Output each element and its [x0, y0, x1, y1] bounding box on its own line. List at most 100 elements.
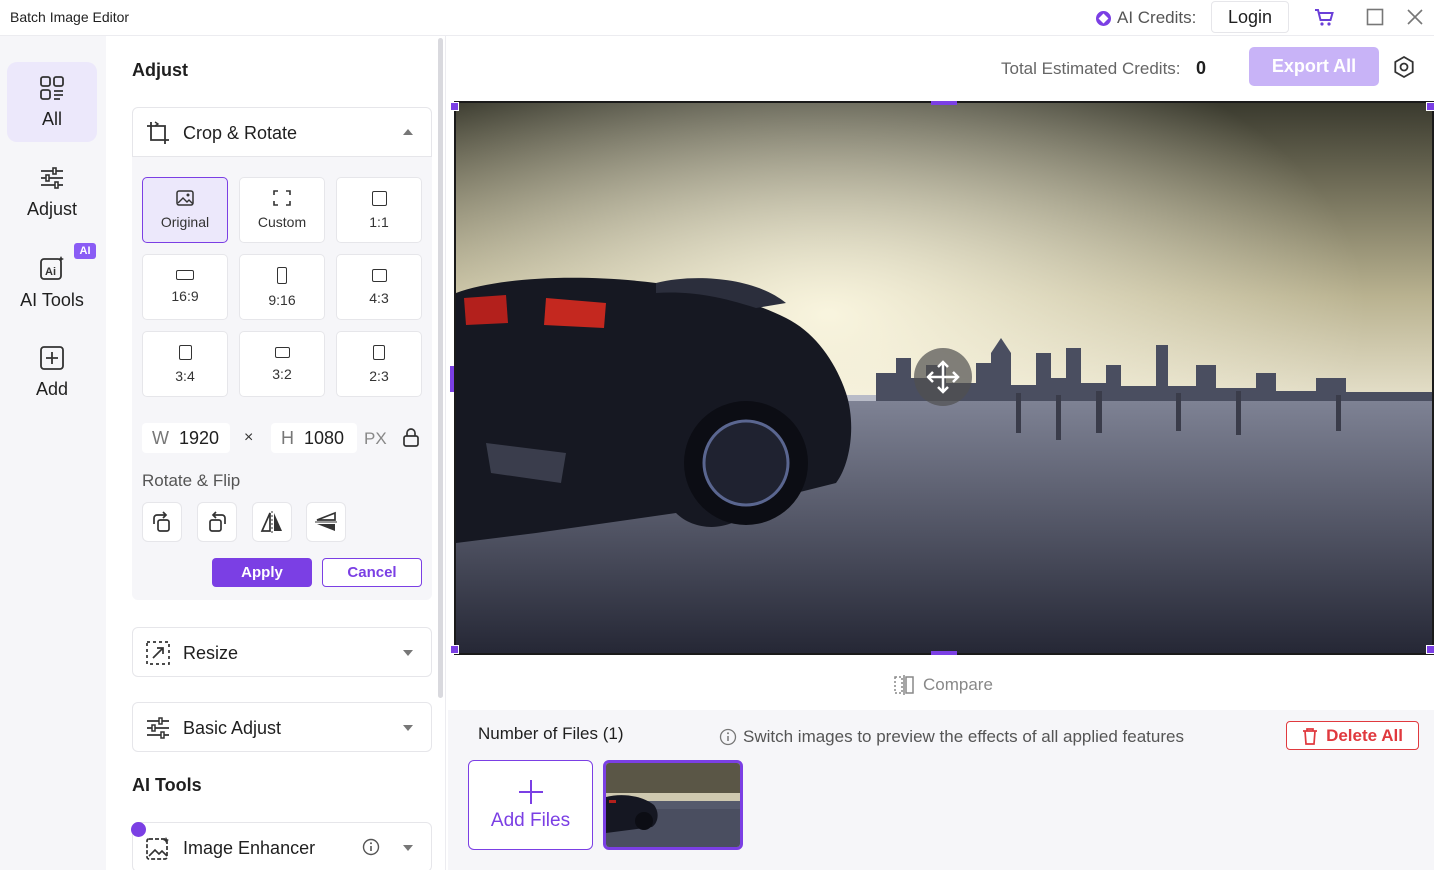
ai-tools-heading: AI Tools	[132, 775, 202, 795]
delete-all-button[interactable]: Delete All	[1286, 721, 1419, 750]
landscape-icon	[371, 268, 387, 282]
rotate-left-button[interactable]	[197, 502, 237, 542]
ratio-3-2[interactable]: 3:2	[239, 331, 325, 397]
add-files-label: Add Files	[490, 810, 571, 831]
ratio-16-9[interactable]: 16:9	[142, 254, 228, 320]
ratio-3-4[interactable]: 3:4	[142, 331, 228, 397]
basic-adjust-label: Basic Adjust	[183, 718, 282, 738]
crop-icon	[147, 121, 169, 144]
crop-rotate-header[interactable]: Crop & Rotate	[132, 107, 432, 157]
ratio-label: 3:4	[175, 367, 195, 384]
cart-icon[interactable]	[1313, 6, 1335, 28]
resize-icon	[146, 641, 170, 665]
sliders-icon	[41, 166, 63, 189]
add-files-button[interactable]: Add Files	[468, 760, 593, 850]
export-all-button[interactable]: Export All	[1249, 47, 1379, 86]
trash-icon	[1303, 727, 1318, 745]
resize-card[interactable]: Resize	[132, 627, 432, 677]
portrait-icon	[178, 344, 192, 360]
crop-handle-top-left[interactable]	[450, 102, 459, 111]
chevron-down-icon	[403, 845, 413, 851]
flip-horizontal-icon	[260, 511, 282, 533]
ratio-label: 4:3	[369, 289, 389, 306]
flip-horizontal-button[interactable]	[252, 502, 292, 542]
crop-handle-left[interactable]	[450, 366, 454, 392]
add-icon	[40, 345, 64, 370]
width-field[interactable]: W	[142, 423, 230, 453]
ratio-label: 16:9	[171, 288, 199, 304]
rail-item-adjust[interactable]: Adjust	[7, 152, 97, 232]
files-count: Number of Files (1)	[478, 724, 624, 743]
file-thumbnail[interactable]	[603, 760, 743, 850]
rotate-left-icon	[209, 511, 226, 532]
basic-adjust-card[interactable]: Basic Adjust	[132, 702, 432, 752]
portrait-icon	[373, 344, 385, 360]
landscape-icon	[274, 346, 290, 358]
crop-handle-bottom[interactable]	[931, 651, 957, 655]
ratio-label: 2:3	[369, 367, 389, 384]
unit-label: PX	[364, 429, 387, 448]
plus-icon	[518, 780, 543, 804]
crop-handle-bottom-right[interactable]	[1426, 645, 1434, 654]
files-hint-text: Switch images to preview the effects of …	[743, 727, 1184, 746]
maximize-icon[interactable]	[1364, 6, 1386, 28]
height-input[interactable]	[304, 427, 350, 449]
ratio-label: Original	[160, 214, 210, 230]
credit-badge-icon	[131, 822, 146, 837]
image-enhancer-card[interactable]: Image Enhancer	[132, 822, 432, 870]
ratio-original[interactable]: Original	[142, 177, 228, 243]
svg-text:Ai: Ai	[45, 266, 56, 278]
ai-credits-icon	[1096, 10, 1111, 26]
sliders-icon	[147, 717, 169, 739]
info-icon[interactable]	[362, 838, 380, 861]
login-button[interactable]: Login	[1211, 1, 1289, 33]
ratio-label: 9:16	[268, 291, 296, 308]
height-field[interactable]: H	[271, 423, 357, 453]
times-sign: ×	[244, 429, 254, 446]
cancel-button[interactable]: Cancel	[322, 558, 422, 587]
ratio-2-3[interactable]: 2:3	[336, 331, 422, 397]
rotate-right-icon	[153, 511, 170, 532]
flip-vertical-button[interactable]	[306, 502, 346, 542]
settings-icon[interactable]	[1392, 55, 1416, 79]
crop-handle-bottom-left[interactable]	[450, 645, 459, 654]
window-title: Batch Image Editor	[10, 9, 130, 25]
ratio-1-1[interactable]: 1:1	[336, 177, 422, 243]
ratio-9-16[interactable]: 9:16	[239, 254, 325, 320]
rail-item-all[interactable]: All	[7, 62, 97, 142]
rotate-right-button[interactable]	[142, 502, 182, 542]
move-handle[interactable]	[914, 348, 972, 406]
compare-label: Compare	[923, 675, 993, 694]
close-icon[interactable]	[1404, 6, 1426, 28]
rail-label-add: Add	[35, 378, 69, 399]
chevron-down-icon	[403, 650, 413, 656]
adjust-heading: Adjust	[132, 60, 188, 80]
ratio-custom[interactable]: Custom	[239, 177, 325, 243]
thumbnail-image	[606, 763, 740, 847]
width-key: W	[152, 427, 169, 448]
custom-crop-icon	[273, 190, 291, 206]
ratio-label: 3:2	[272, 365, 292, 382]
ratio-label: Custom	[257, 214, 307, 230]
flip-vertical-icon	[315, 511, 337, 531]
panel-scrollbar[interactable]	[438, 38, 443, 698]
crop-handle-top-right[interactable]	[1426, 102, 1434, 111]
image-icon	[176, 190, 194, 206]
rail-label-adjust: Adjust	[26, 198, 78, 219]
files-hint: Switch images to preview the effects of …	[719, 727, 1184, 747]
compare-toggle[interactable]: Compare	[893, 674, 993, 696]
portrait-icon	[277, 266, 287, 284]
crop-rotate-title: Crop & Rotate	[183, 123, 298, 143]
chevron-up-icon	[403, 129, 413, 135]
height-key: H	[281, 427, 294, 448]
image-enhancer-label: Image Enhancer	[183, 838, 316, 858]
rotate-flip-label: Rotate & Flip	[142, 471, 241, 490]
chevron-down-icon	[403, 725, 413, 731]
delete-all-label: Delete All	[1326, 725, 1403, 745]
crop-handle-top[interactable]	[931, 101, 957, 105]
rail-item-add[interactable]: Add	[7, 332, 97, 412]
apply-button[interactable]: Apply	[212, 558, 312, 587]
ratio-4-3[interactable]: 4:3	[336, 254, 422, 320]
width-input[interactable]	[179, 427, 225, 449]
lock-icon[interactable]	[402, 427, 420, 452]
